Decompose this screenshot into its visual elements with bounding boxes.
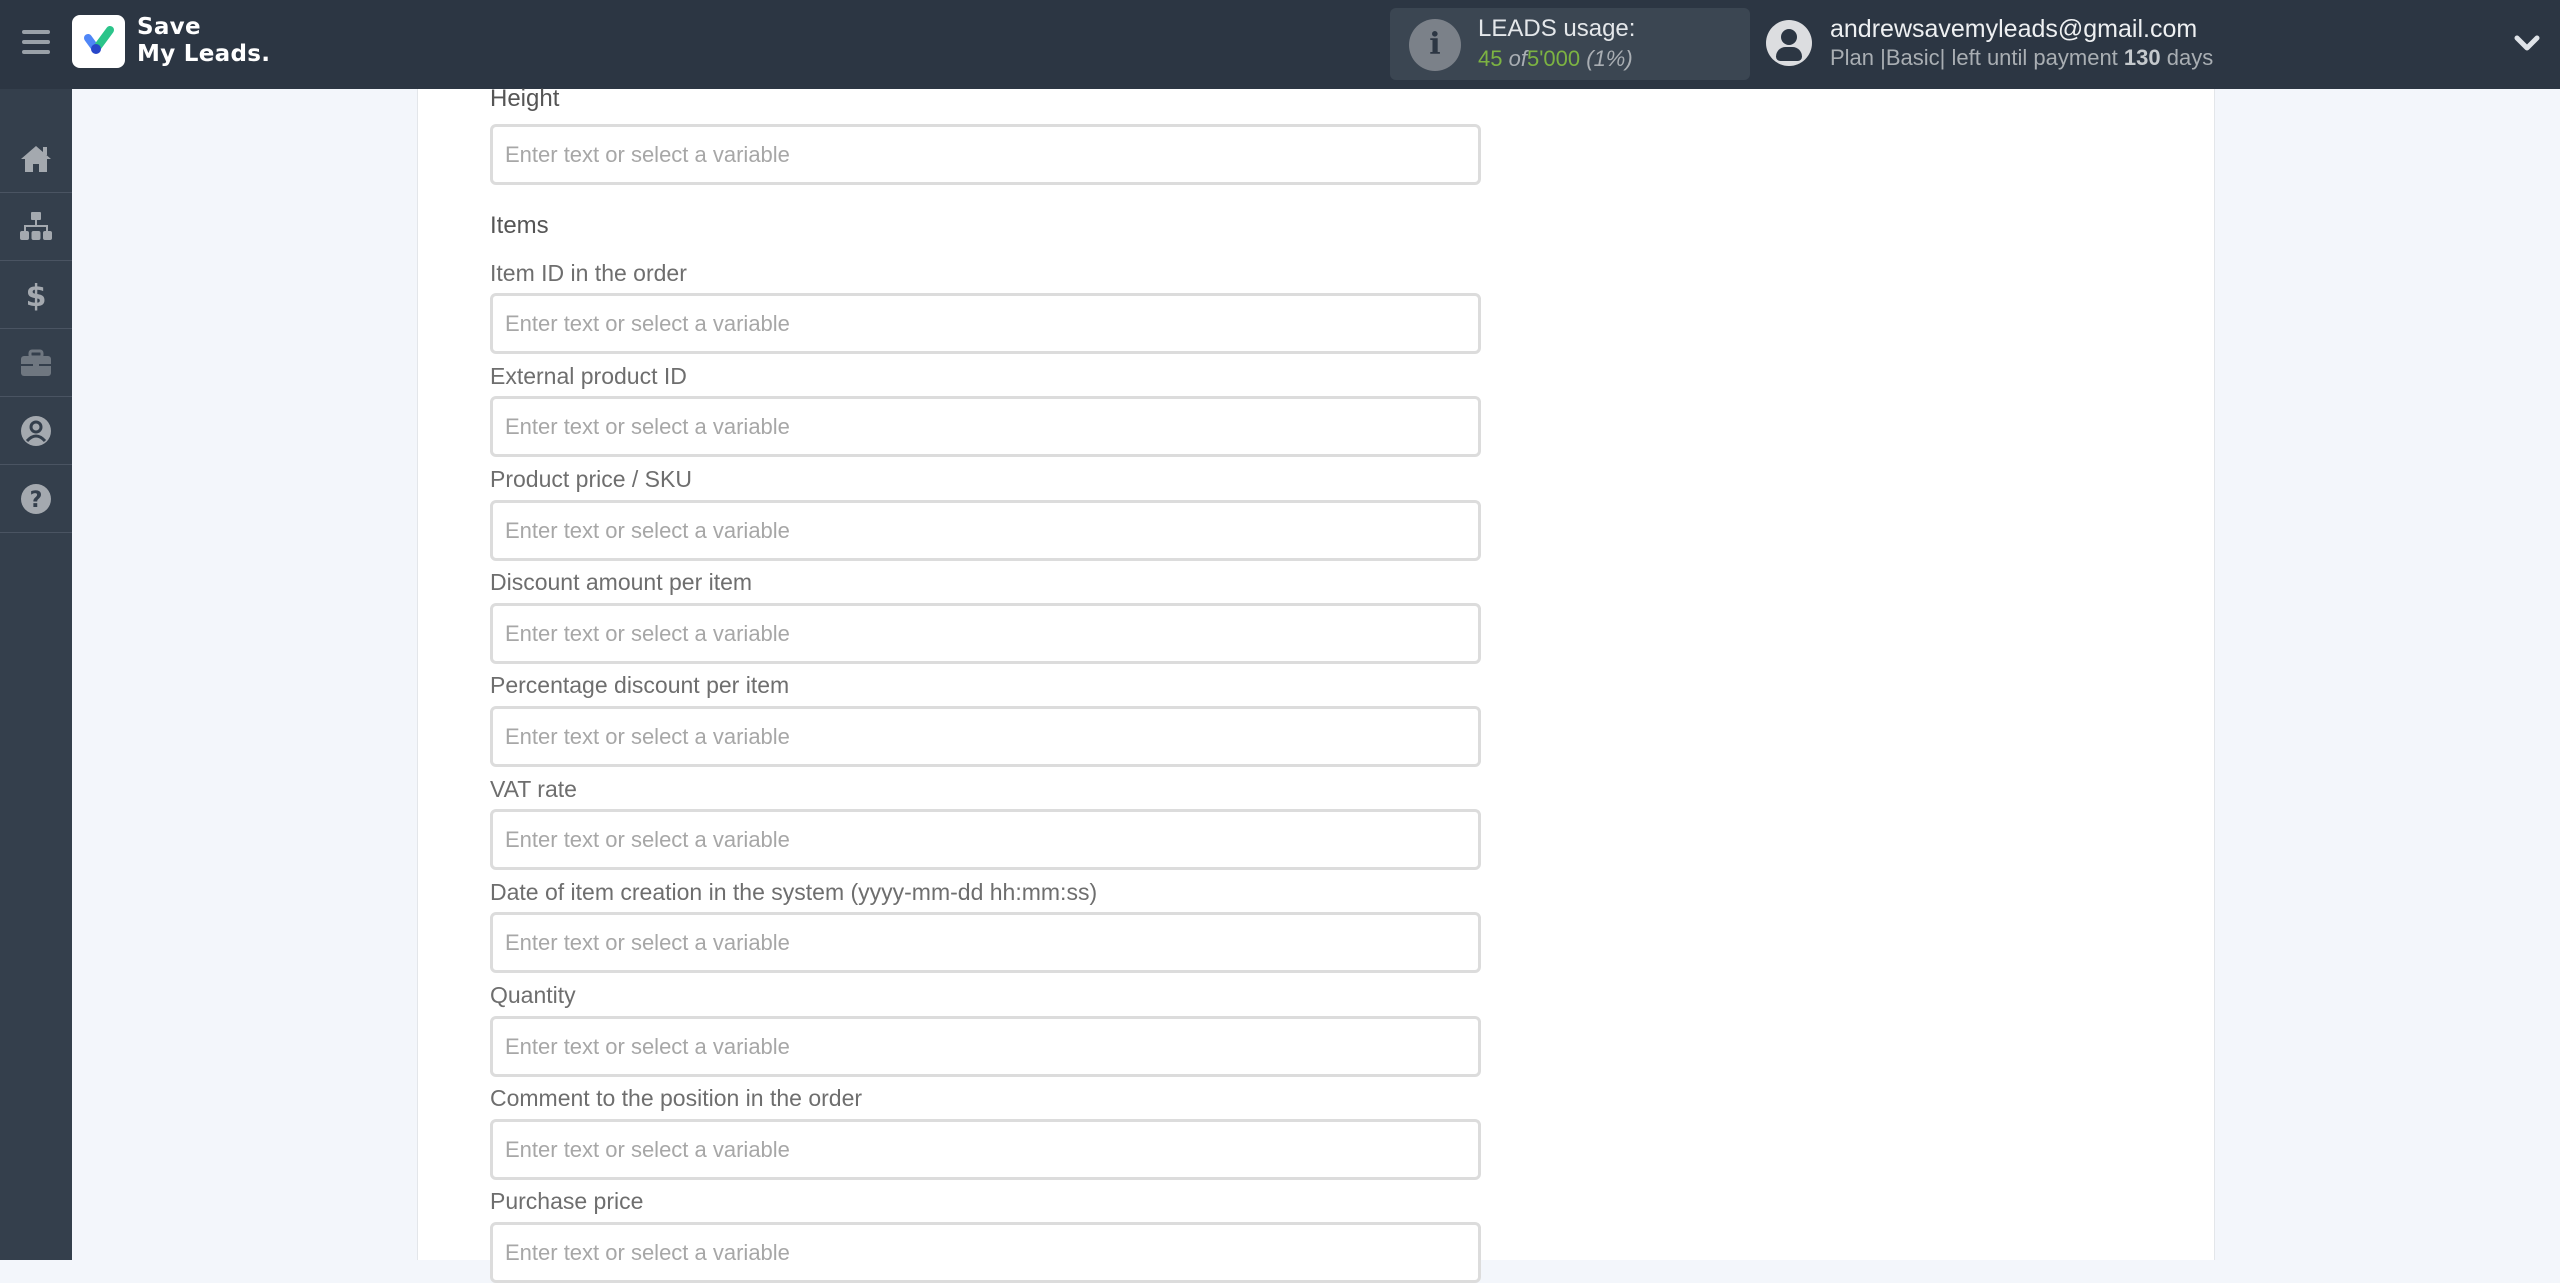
hamburger-icon-bar <box>22 50 50 54</box>
item-creation-date-input[interactable] <box>490 912 1481 973</box>
user-circle-icon <box>21 415 51 446</box>
chevron-down-icon[interactable] <box>2512 30 2542 56</box>
svg-text:$: $ <box>26 279 47 312</box>
brand-line-1: Save <box>137 14 201 40</box>
sidebar-item-billing[interactable]: $ <box>0 261 72 329</box>
brand-logo-icon[interactable] <box>72 15 125 68</box>
svg-text:?: ? <box>30 488 43 513</box>
usage-limit: 5'000 <box>1526 46 1581 71</box>
usage-value: 45 of5'000 (1%) <box>1478 46 1633 72</box>
product-price-sku-label: Product price / SKU <box>490 466 692 492</box>
hamburger-icon-bar <box>22 30 50 34</box>
sidebar-item-account[interactable] <box>0 397 72 465</box>
user-avatar-icon[interactable] <box>1766 20 1812 66</box>
purchase-price-input[interactable] <box>490 1222 1481 1283</box>
usage-used: 45 <box>1478 46 1503 71</box>
dollar-icon: $ <box>26 279 47 312</box>
sidebar-item-home[interactable] <box>0 125 72 193</box>
plan-days: 130 <box>2123 45 2161 70</box>
item-id-label: Item ID in the order <box>490 260 687 286</box>
vat-rate-label: VAT rate <box>490 776 577 802</box>
sitemap-icon <box>20 211 52 240</box>
external-product-id-input[interactable] <box>490 396 1481 457</box>
plan-text: Plan |Basic| left until payment <box>1830 45 2118 70</box>
items-section-title: Items <box>490 212 549 239</box>
menu-toggle-button[interactable] <box>22 30 50 54</box>
usage-percent: (1%) <box>1586 46 1633 71</box>
position-comment-input[interactable] <box>490 1119 1481 1180</box>
sidebar-item-help[interactable]: ? <box>0 465 72 533</box>
hamburger-icon-bar <box>22 40 50 44</box>
external-product-id-label: External product ID <box>490 363 687 389</box>
usage-title: LEADS usage: <box>1478 15 1636 42</box>
percentage-discount-label: Percentage discount per item <box>490 672 790 698</box>
info-icon: i <box>1409 19 1461 71</box>
help-icon: ? <box>21 483 51 514</box>
purchase-price-label: Purchase price <box>490 1188 644 1214</box>
sidebar-item-services[interactable] <box>0 329 72 397</box>
product-price-sku-input[interactable] <box>490 500 1481 561</box>
plan-days-suffix: days <box>2166 45 2214 70</box>
quantity-label: Quantity <box>490 982 576 1008</box>
percentage-discount-input[interactable] <box>490 706 1481 767</box>
briefcase-icon <box>21 349 51 376</box>
sidebar: $ ? <box>0 89 72 1260</box>
height-field-label: Height <box>490 85 560 112</box>
quantity-input[interactable] <box>490 1016 1481 1077</box>
top-header: Save My Leads. i LEADS usage: 45 of5'000… <box>0 0 2560 89</box>
leads-usage-panel: i LEADS usage: 45 of5'000 (1%) <box>1390 8 1750 80</box>
brand-line-2: My Leads. <box>137 41 271 67</box>
usage-of: of <box>1508 46 1527 71</box>
settings-form-card: Height Items Item ID in the order Extern… <box>417 85 2215 1283</box>
brand-name[interactable]: Save My Leads. <box>137 14 270 68</box>
vat-rate-input[interactable] <box>490 809 1481 870</box>
item-id-input[interactable] <box>490 293 1481 354</box>
position-comment-label: Comment to the position in the order <box>490 1085 863 1111</box>
item-creation-date-label: Date of item creation in the system (yyy… <box>490 879 1098 905</box>
home-icon <box>21 145 51 172</box>
height-input[interactable] <box>490 124 1481 185</box>
discount-amount-input[interactable] <box>490 603 1481 664</box>
user-plan-info: Plan |Basic| left until payment 130 days <box>1830 45 2213 71</box>
sidebar-item-connections[interactable] <box>0 193 72 261</box>
discount-amount-label: Discount amount per item <box>490 569 753 595</box>
user-email[interactable]: andrewsavemyleads@gmail.com <box>1830 15 2197 44</box>
